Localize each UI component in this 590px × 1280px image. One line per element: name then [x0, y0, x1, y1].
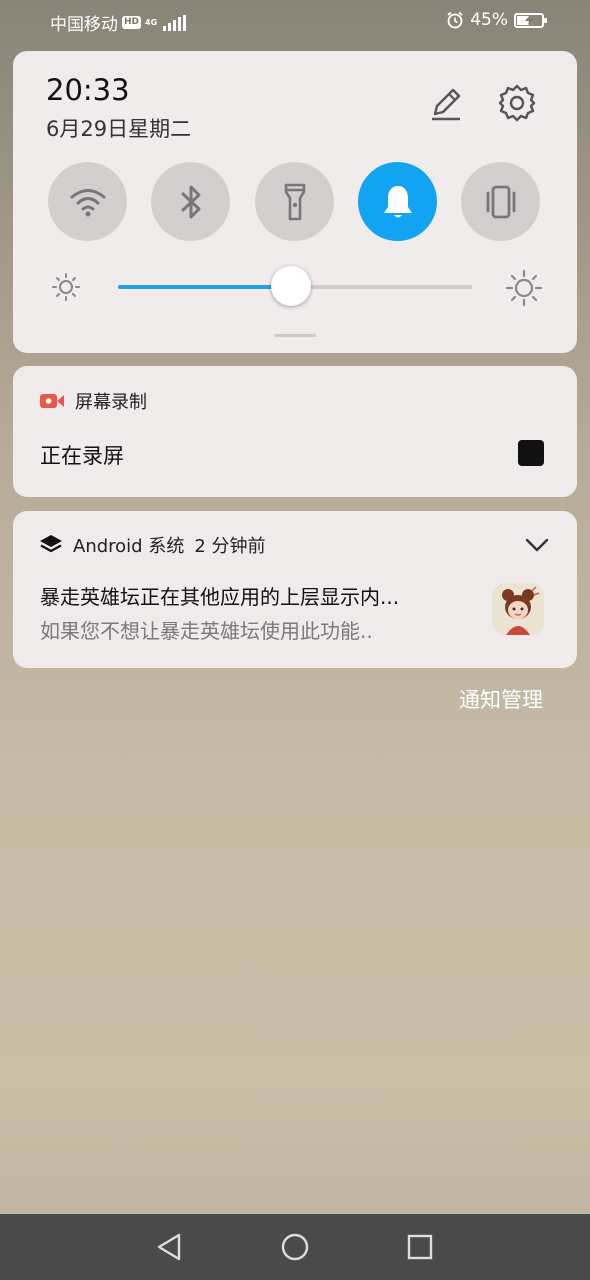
vibrate-toggle[interactable]: [461, 162, 540, 241]
status-left: 中国移动 HD 4G: [50, 10, 187, 35]
notification-title: 暴走英雄坛正在其他应用的上层显示内...: [40, 585, 400, 609]
brightness-fill: [118, 285, 292, 289]
brightness-low-icon: [52, 273, 80, 301]
battery-icon: [514, 12, 547, 28]
battery-percent: 45%: [470, 10, 508, 30]
stop-recording-button[interactable]: [518, 440, 544, 466]
flashlight-icon: [284, 183, 305, 220]
notification-app-name: 屏幕录制: [75, 392, 147, 413]
carrier-name: 中国移动: [50, 15, 118, 35]
back-icon: [157, 1233, 181, 1261]
notification-header: Android 系统 2 分钟前: [39, 532, 266, 558]
chevron-down-icon[interactable]: [523, 531, 551, 559]
bluetooth-icon: [181, 185, 200, 218]
home-icon: [281, 1233, 309, 1261]
vibrate-icon: [486, 185, 515, 218]
bluetooth-toggle[interactable]: [151, 162, 230, 241]
notification-header: 屏幕录制: [39, 388, 147, 414]
back-button[interactable]: [152, 1230, 186, 1264]
status-bar: 中国移动 HD 4G 45%: [0, 0, 590, 44]
notification-screen-recording[interactable]: 屏幕录制 正在录屏: [13, 366, 577, 497]
clock-date: 6月29日星期二: [46, 117, 192, 141]
alarm-icon: [447, 11, 463, 29]
layers-icon: [40, 535, 62, 553]
brightness-knob[interactable]: [271, 266, 312, 306]
app-thumbnail: [492, 583, 544, 635]
notification-title: 正在录屏: [40, 444, 124, 468]
home-button[interactable]: [278, 1230, 312, 1264]
status-right: 45%: [446, 10, 547, 30]
brightness-slider[interactable]: [118, 266, 472, 306]
clock-time: 20:33: [46, 73, 130, 107]
edit-icon[interactable]: [426, 83, 466, 123]
wifi-icon: [70, 188, 105, 216]
panel-drag-handle[interactable]: [274, 334, 316, 337]
recents-button[interactable]: [403, 1230, 437, 1264]
bell-icon: [383, 185, 412, 217]
navigation-bar: [0, 1214, 590, 1280]
notification-app-name: Android 系统: [73, 536, 185, 557]
signal-icon: [163, 14, 187, 31]
manage-notifications-button[interactable]: 通知管理: [459, 684, 543, 714]
gear-icon[interactable]: [497, 83, 537, 123]
flashlight-toggle[interactable]: [255, 162, 334, 241]
wifi-toggle[interactable]: [48, 162, 127, 241]
network-type: 4G: [145, 17, 158, 27]
recents-icon: [407, 1234, 433, 1260]
sound-toggle[interactable]: [358, 162, 437, 241]
notification-time: 2 分钟前: [194, 536, 266, 557]
video-camera-icon: [40, 394, 64, 408]
hd-badge: HD: [122, 16, 142, 29]
notification-android-system[interactable]: Android 系统 2 分钟前 暴走英雄坛正在其他应用的上层显示内... 如果…: [13, 511, 577, 668]
quick-settings-panel: 20:33 6月29日星期二: [13, 51, 577, 353]
brightness-high-icon: [505, 269, 543, 307]
notification-text: 如果您不想让暴走英雄坛使用此功能..: [40, 619, 373, 643]
